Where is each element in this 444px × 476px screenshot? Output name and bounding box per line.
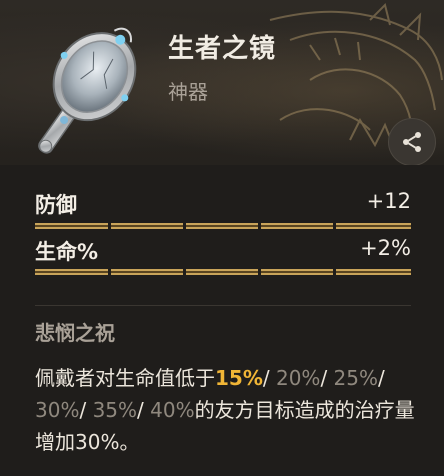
stat-row-life-percent: 生命% +2% [35, 230, 411, 270]
tier-other: 35% [92, 398, 138, 422]
desc-prefix: 佩戴者对生命值低于 [35, 366, 215, 390]
share-button[interactable] [388, 118, 436, 166]
item-tooltip-card: 生者之镜 神器 防御 +12 生命% +2% 悲悯之祝 佩戴者对生命值低于15%… [0, 0, 444, 476]
tier-sep: / [320, 366, 334, 390]
tier-sep: / [378, 366, 385, 390]
tier-current: 15% [215, 366, 263, 390]
stat-row-defense: 防御 +12 [35, 183, 411, 223]
stat-label: 生命% [35, 240, 99, 264]
item-type: 神器 [168, 80, 208, 104]
tier-sep: / [79, 398, 93, 422]
stat-value: +12 [366, 189, 411, 213]
stat-value: +2% [360, 236, 411, 260]
item-header: 生者之镜 神器 [0, 0, 444, 166]
tier-sep: / [137, 398, 151, 422]
section-divider [35, 305, 411, 306]
share-icon [403, 132, 421, 152]
tier-other: 40% [150, 398, 195, 422]
item-name: 生者之镜 [168, 34, 277, 64]
ability-title: 悲悯之祝 [35, 321, 115, 345]
stat-bar-life-percent [35, 268, 411, 276]
tier-sep: / [262, 366, 276, 390]
ability-description: 佩戴者对生命值低于15%/ 20%/ 25%/ 30%/ 35%/ 40%的友方… [35, 362, 425, 458]
tier-other: 25% [333, 366, 378, 390]
stat-label: 防御 [35, 193, 77, 217]
tier-other: 30% [35, 398, 80, 422]
hand-mirror-icon [38, 27, 137, 154]
tier-other: 20% [275, 366, 321, 390]
